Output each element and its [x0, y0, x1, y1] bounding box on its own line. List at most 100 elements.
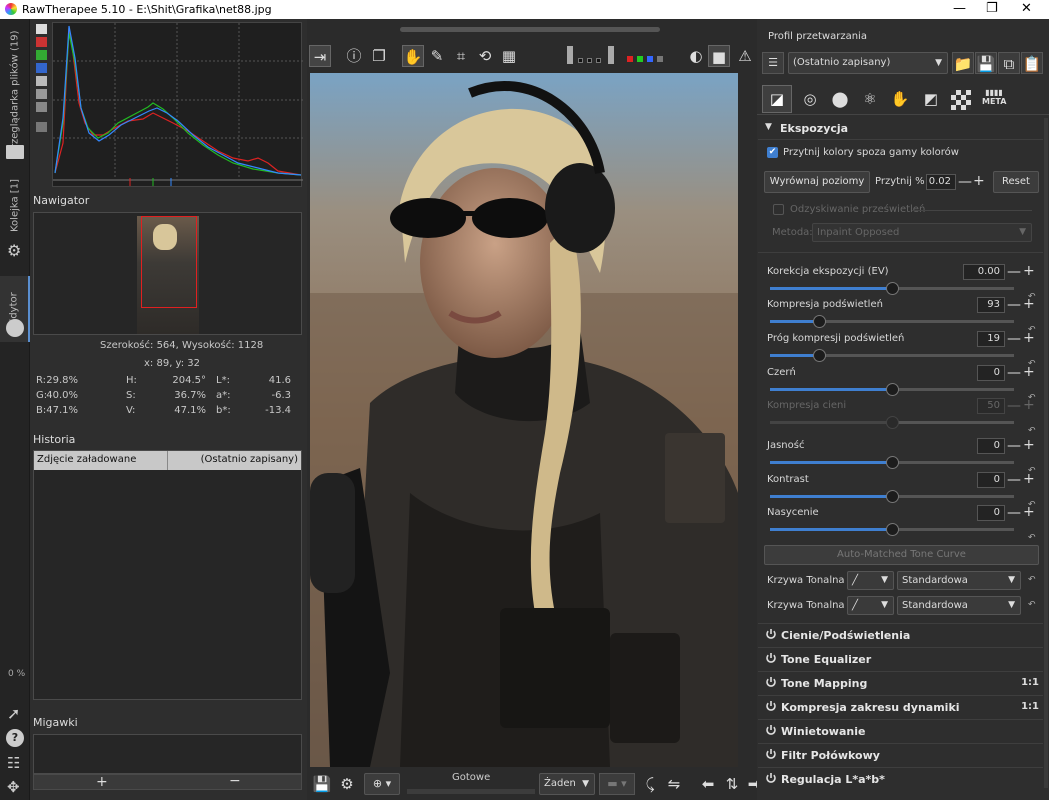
exposure-header[interactable]: ▼ Ekspozycja [758, 118, 1043, 140]
tab-file-browser[interactable]: Przeglądarka plików (19) [0, 27, 30, 157]
fullscreen-icon[interactable]: ✥ [7, 778, 20, 796]
gamut-warning-icon[interactable]: ⚠ [734, 45, 756, 67]
previous-image-icon[interactable]: ⬅ [697, 773, 719, 795]
green-preview-icon[interactable] [637, 56, 643, 62]
meta-tab-icon[interactable]: ▮▮▮▮ META [982, 88, 1006, 112]
highlight-clip-icon[interactable] [608, 46, 614, 64]
tool-section-header[interactable]: Regulacja L*a*b* [758, 767, 1043, 790]
perspective-icon[interactable]: ▦ [498, 45, 520, 67]
hand-tool-icon[interactable]: ✋ [402, 45, 424, 67]
tool-section-header[interactable]: Tone Mapping 1:1 [758, 671, 1043, 694]
power-icon[interactable] [765, 652, 777, 664]
tool-section-header[interactable]: Kompresja zakresu dynamiki 1:1 [758, 695, 1043, 718]
reset-icon[interactable]: ↶ [1028, 533, 1036, 543]
history-row[interactable]: Zdjęcie załadowane (Ostatnio zapisany) [34, 451, 301, 470]
detail-tab-icon[interactable]: ◎ [798, 87, 822, 111]
increase-icon[interactable]: + [1023, 331, 1035, 345]
green-channel-icon[interactable] [36, 50, 47, 60]
slider-value-input[interactable]: 19 [977, 331, 1005, 347]
power-icon[interactable] [765, 724, 777, 736]
decrease-icon[interactable]: — [1007, 473, 1021, 487]
exposure-tab-icon[interactable]: ◪ [762, 85, 792, 113]
clip-indicator-icon[interactable] [567, 46, 573, 64]
clip-out-of-gamut-checkbox[interactable]: ✔ [767, 147, 778, 158]
power-icon[interactable] [765, 676, 777, 688]
tool-section-header[interactable]: Tone Equalizer [758, 647, 1043, 670]
color-label-combo[interactable]: ▬ ▾ [599, 773, 635, 795]
profile-combo[interactable]: (Ostatnio zapisany) ▼ [788, 52, 948, 74]
slider-value-input[interactable]: 0 [977, 438, 1005, 454]
hide-left-panel-icon[interactable]: ⇥ [309, 45, 331, 67]
rotate-left-icon[interactable]: ⤹ [639, 773, 661, 795]
maximize-button[interactable]: ❐ [986, 1, 998, 16]
method-combo[interactable]: Inpaint Opposed ▼ [812, 223, 1032, 242]
slider-value-input[interactable]: 0 [977, 365, 1005, 381]
increase-icon[interactable]: + [973, 174, 985, 188]
slider-track[interactable] [770, 315, 1014, 328]
sync-icon[interactable]: ⇅ [721, 773, 743, 795]
folder-icon[interactable] [6, 145, 24, 159]
close-button[interactable]: ✕ [1021, 1, 1032, 16]
slider-value-input[interactable]: 0.00 [963, 264, 1005, 280]
slider-track[interactable] [770, 523, 1014, 536]
red-channel-icon[interactable] [36, 37, 47, 47]
tool-section-header[interactable]: Winietowanie [758, 719, 1043, 742]
slider-track[interactable] [770, 490, 1014, 503]
power-icon[interactable] [765, 700, 777, 712]
slider-knob[interactable] [886, 523, 899, 536]
flip-horizontal-icon[interactable]: ⇋ [663, 773, 685, 795]
paste-profile-icon[interactable]: 📋 [1021, 52, 1043, 74]
bar-icon[interactable] [36, 122, 47, 132]
histogram-mode-icon[interactable] [36, 24, 47, 34]
raw-tab-icon[interactable]: ◩ [919, 87, 943, 111]
navigator-preview[interactable] [33, 212, 302, 335]
navigator-viewport-rect[interactable] [141, 216, 197, 308]
auto-matched-tone-curve-button[interactable]: Auto-Matched Tone Curve [764, 545, 1039, 565]
help-icon[interactable]: ? [6, 729, 24, 747]
slider-knob[interactable] [812, 315, 826, 328]
queue-add-icon[interactable]: ⚙ [336, 773, 358, 795]
luminance-preview-icon[interactable] [657, 56, 663, 62]
slider-track[interactable] [770, 282, 1014, 295]
slider-value-input[interactable]: 50 [977, 398, 1005, 414]
decrease-icon[interactable]: — [1007, 506, 1021, 520]
straighten-icon[interactable]: ⟲ [474, 45, 496, 67]
decrease-icon[interactable]: — [1007, 439, 1021, 453]
load-profile-icon[interactable]: 📁 [952, 52, 974, 74]
editor-menu-button[interactable]: ⊕ ▾ [364, 773, 400, 795]
increase-icon[interactable]: + [1023, 438, 1035, 452]
focus-mask-icon[interactable]: ◐ [685, 45, 707, 67]
slider-track[interactable] [770, 383, 1014, 396]
reset-icon[interactable]: ↶ [1028, 426, 1036, 436]
tone-curve-1-editor[interactable]: ╱ ▼ [847, 571, 894, 590]
slider-value-input[interactable]: 0 [977, 472, 1005, 488]
info-icon[interactable]: ⓘ [343, 45, 365, 67]
slider-knob[interactable] [886, 416, 899, 429]
save-profile-icon[interactable]: 💾 [975, 52, 997, 74]
power-icon[interactable] [765, 748, 777, 760]
preferences-icon[interactable]: ☷ [7, 754, 20, 772]
reset-icon[interactable]: ↶ [1028, 600, 1036, 610]
increase-icon[interactable]: + [1023, 264, 1035, 278]
power-icon[interactable] [765, 772, 777, 784]
reset-icon[interactable]: ↶ [1028, 575, 1036, 585]
increase-icon[interactable]: + [1023, 398, 1035, 412]
add-snapshot-button[interactable]: + [96, 774, 108, 790]
top-scrollbar[interactable] [400, 27, 660, 32]
profile-list-icon[interactable]: ☰ [762, 52, 784, 74]
slider-track[interactable] [770, 416, 1014, 429]
slider-knob[interactable] [886, 383, 899, 396]
reset-button[interactable]: Reset [993, 171, 1039, 193]
right-scrollbar[interactable] [1044, 118, 1048, 788]
blue-channel-icon[interactable] [36, 63, 47, 73]
tab-queue[interactable]: Kolejka [1] [0, 177, 30, 235]
chroma-icon[interactable] [36, 89, 47, 99]
copy-profile-icon[interactable]: ⧉ [998, 52, 1020, 74]
decrease-icon[interactable]: — [1007, 332, 1021, 346]
increase-icon[interactable]: + [1023, 365, 1035, 379]
power-icon[interactable] [765, 628, 777, 640]
remove-snapshot-button[interactable]: − [229, 773, 241, 789]
slider-track[interactable] [770, 349, 1014, 362]
aperture-icon[interactable] [6, 319, 24, 337]
decrease-icon[interactable]: — [1007, 399, 1021, 413]
